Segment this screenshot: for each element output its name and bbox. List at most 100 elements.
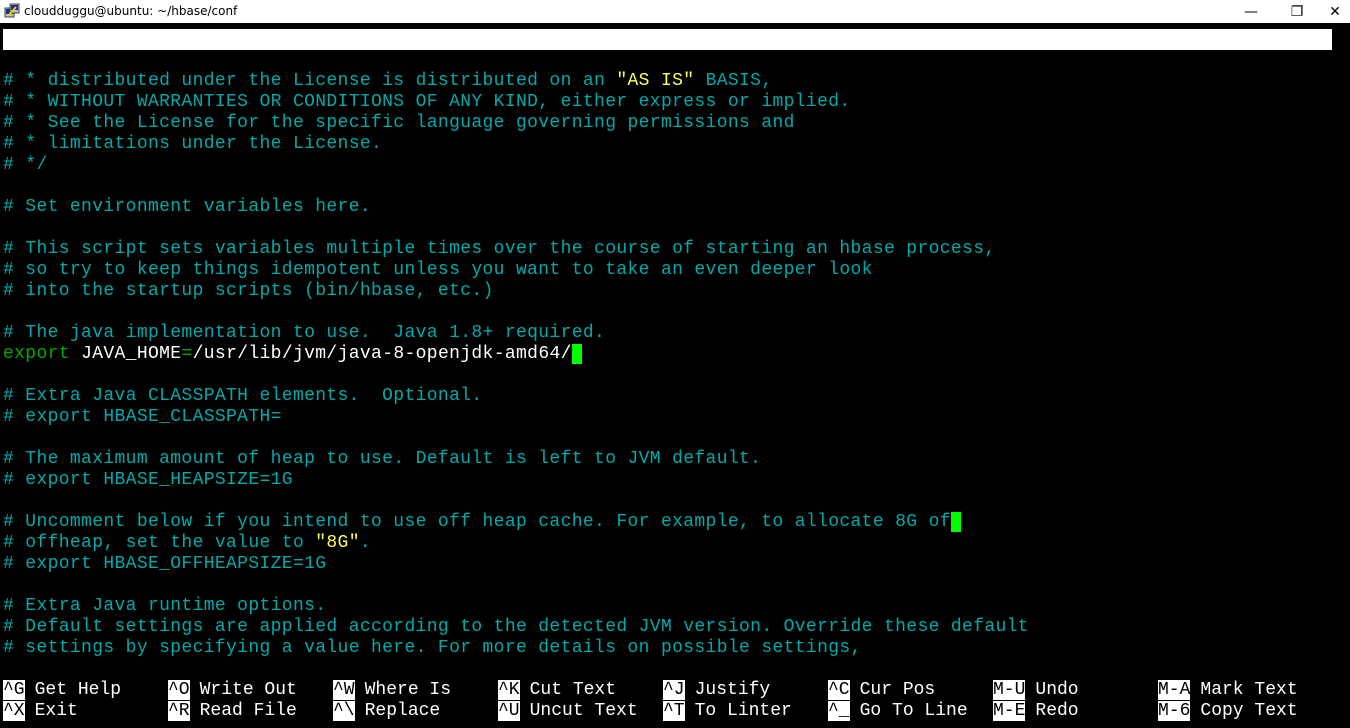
- shortcut-key: ^\: [333, 701, 355, 721]
- shortcut-key: ^G: [3, 680, 25, 700]
- shortcut-mark-text[interactable]: M-A Mark Text: [1158, 680, 1298, 701]
- shortcut-get-help[interactable]: ^G Get Help: [3, 680, 121, 701]
- shortcut-label: Replace: [364, 701, 441, 721]
- editor-line[interactable]: # settings by specifying a value here. F…: [3, 638, 862, 659]
- shortcut-label: Copy Text: [1200, 701, 1298, 721]
- putty-icon: [4, 3, 20, 18]
- shortcut-undo[interactable]: M-U Undo: [993, 680, 1079, 701]
- code-text: # * limitations under the License.: [3, 134, 383, 154]
- code-text: export: [3, 344, 70, 364]
- code-text: # Default settings are applied according…: [3, 617, 1029, 637]
- code-text: JAVA_HOME: [69, 344, 182, 364]
- code-text: # The java implementation to use. Java 1…: [3, 323, 606, 343]
- editor-line[interactable]: # Extra Java CLASSPATH elements. Optiona…: [3, 386, 483, 407]
- editor-line[interactable]: # so try to keep things idempotent unles…: [3, 260, 873, 281]
- shortcut-exit[interactable]: ^X Exit: [3, 701, 78, 722]
- shortcut-cut-text[interactable]: ^K Cut Text: [498, 680, 616, 701]
- shortcut-go-to-line[interactable]: ^_ Go To Line: [828, 701, 968, 722]
- shortcut-where-is[interactable]: ^W Where Is: [333, 680, 451, 701]
- shortcut-key: M-A: [1158, 680, 1191, 700]
- code-text: # */: [3, 155, 48, 175]
- shortcut-key: ^R: [168, 701, 190, 721]
- editor-line[interactable]: # The java implementation to use. Java 1…: [3, 323, 605, 344]
- shortcut-write-out[interactable]: ^O Write Out: [168, 680, 297, 701]
- shortcut-label: Where Is: [364, 680, 452, 700]
- shortcut-label: To Linter: [694, 701, 792, 721]
- shortcut-key: ^_: [828, 701, 850, 721]
- modified-status: Modified: [1236, 92, 1323, 112]
- editor-line[interactable]: # offheap, set the value to "8G".: [3, 533, 371, 554]
- shortcut-key: ^W: [333, 680, 355, 700]
- text-cursor: [950, 512, 961, 532]
- shortcut-label: Mark Text: [1200, 680, 1298, 700]
- window-title: cloudduggu@ubuntu: ~/hbase/conf: [24, 4, 238, 18]
- editor-line[interactable]: # Default settings are applied according…: [3, 617, 1029, 638]
- editor-line[interactable]: # export HBASE_OFFHEAPSIZE=1G: [3, 554, 326, 575]
- nano-version: GNU nano 2.9.3: [25, 50, 177, 70]
- editor-line[interactable]: # */: [3, 155, 48, 176]
- minimize-icon: —: [1244, 3, 1258, 20]
- restore-icon: ❐: [1290, 3, 1304, 20]
- code-text: "8G": [315, 533, 360, 553]
- code-text: # export HBASE_CLASSPATH=: [3, 407, 282, 427]
- code-text: # into the startup scripts (bin/hbase, e…: [3, 281, 494, 301]
- editor-line[interactable]: # export HBASE_CLASSPATH=: [3, 407, 282, 428]
- shortcut-label: Cur Pos: [859, 680, 936, 700]
- shortcut-label: Exit: [34, 701, 78, 721]
- editor-line[interactable]: # * distributed under the License is dis…: [3, 71, 772, 92]
- code-text: # export HBASE_HEAPSIZE=1G: [3, 470, 293, 490]
- editor-line[interactable]: # Extra Java runtime options.: [3, 596, 326, 617]
- shortcut-label: Redo: [1035, 701, 1079, 721]
- code-text: # settings by specifying a value here. F…: [3, 638, 862, 658]
- close-button[interactable]: ✕: [1320, 0, 1350, 23]
- shortcut-to-linter[interactable]: ^T To Linter: [663, 701, 792, 722]
- terminal[interactable]: GNU nano 2.9.3 hbase-env.sh Modified # *…: [0, 23, 1350, 728]
- shortcut-key: ^X: [3, 701, 25, 721]
- editor-line[interactable]: # This script sets variables multiple ti…: [3, 239, 996, 260]
- code-text: "AS IS": [616, 71, 695, 91]
- code-text: # Extra Java CLASSPATH elements. Optiona…: [3, 386, 483, 406]
- minimize-button[interactable]: —: [1228, 0, 1274, 23]
- shortcut-justify[interactable]: ^J Justify: [663, 680, 770, 701]
- shortcut-key: ^O: [168, 680, 190, 700]
- code-text: =: [181, 344, 193, 364]
- code-text: # offheap, set the value to: [3, 533, 316, 553]
- shortcut-label: Get Help: [34, 680, 122, 700]
- editor-line[interactable]: # export HBASE_HEAPSIZE=1G: [3, 470, 293, 491]
- shortcut-label: Go To Line: [859, 701, 968, 721]
- code-text: # * See the License for the specific lan…: [3, 113, 795, 133]
- code-text: # The maximum amount of heap to use. Def…: [3, 449, 762, 469]
- shortcut-cur-pos[interactable]: ^C Cur Pos: [828, 680, 935, 701]
- shortcut-replace[interactable]: ^\ Replace: [333, 701, 440, 722]
- shortcut-read-file[interactable]: ^R Read File: [168, 701, 297, 722]
- code-text: # Extra Java runtime options.: [3, 596, 327, 616]
- shortcut-label: Read File: [199, 701, 297, 721]
- code-text: /usr/lib/jvm/java-8-openjdk-amd64/: [192, 344, 572, 364]
- shortcut-key: M-E: [993, 701, 1026, 721]
- editor-line[interactable]: export JAVA_HOME=/usr/lib/jvm/java-8-ope…: [3, 344, 582, 365]
- shortcut-key: ^C: [828, 680, 850, 700]
- code-text: # export HBASE_OFFHEAPSIZE=1G: [3, 554, 327, 574]
- editor-line[interactable]: # into the startup scripts (bin/hbase, e…: [3, 281, 494, 302]
- maximize-button[interactable]: ❐: [1274, 0, 1320, 23]
- editor-line[interactable]: # * WITHOUT WARRANTIES OR CONDITIONS OF …: [3, 92, 851, 113]
- code-text: BASIS,: [694, 71, 773, 91]
- shortcut-key: ^J: [663, 680, 685, 700]
- shortcut-key: ^K: [498, 680, 520, 700]
- code-text: .: [359, 533, 372, 553]
- shortcut-label: Write Out: [199, 680, 297, 700]
- shortcut-copy-text[interactable]: M-6 Copy Text: [1158, 701, 1298, 722]
- shortcut-redo[interactable]: M-E Redo: [993, 701, 1079, 722]
- editor-line[interactable]: # * See the License for the specific lan…: [3, 113, 795, 134]
- shortcut-label: Justify: [694, 680, 771, 700]
- close-icon: ✕: [1329, 3, 1341, 20]
- editor-line[interactable]: # The maximum amount of heap to use. Def…: [3, 449, 761, 470]
- shortcut-key: M-6: [1158, 701, 1191, 721]
- shortcut-key: M-U: [993, 680, 1026, 700]
- editor-line[interactable]: # Set environment variables here.: [3, 197, 371, 218]
- editor-line[interactable]: # Uncomment below if you intend to use o…: [3, 512, 961, 533]
- editor-line[interactable]: # * limitations under the License.: [3, 134, 382, 155]
- shortcut-label: Cut Text: [529, 680, 617, 700]
- shortcut-label: Undo: [1035, 680, 1079, 700]
- shortcut-uncut-text[interactable]: ^U Uncut Text: [498, 701, 638, 722]
